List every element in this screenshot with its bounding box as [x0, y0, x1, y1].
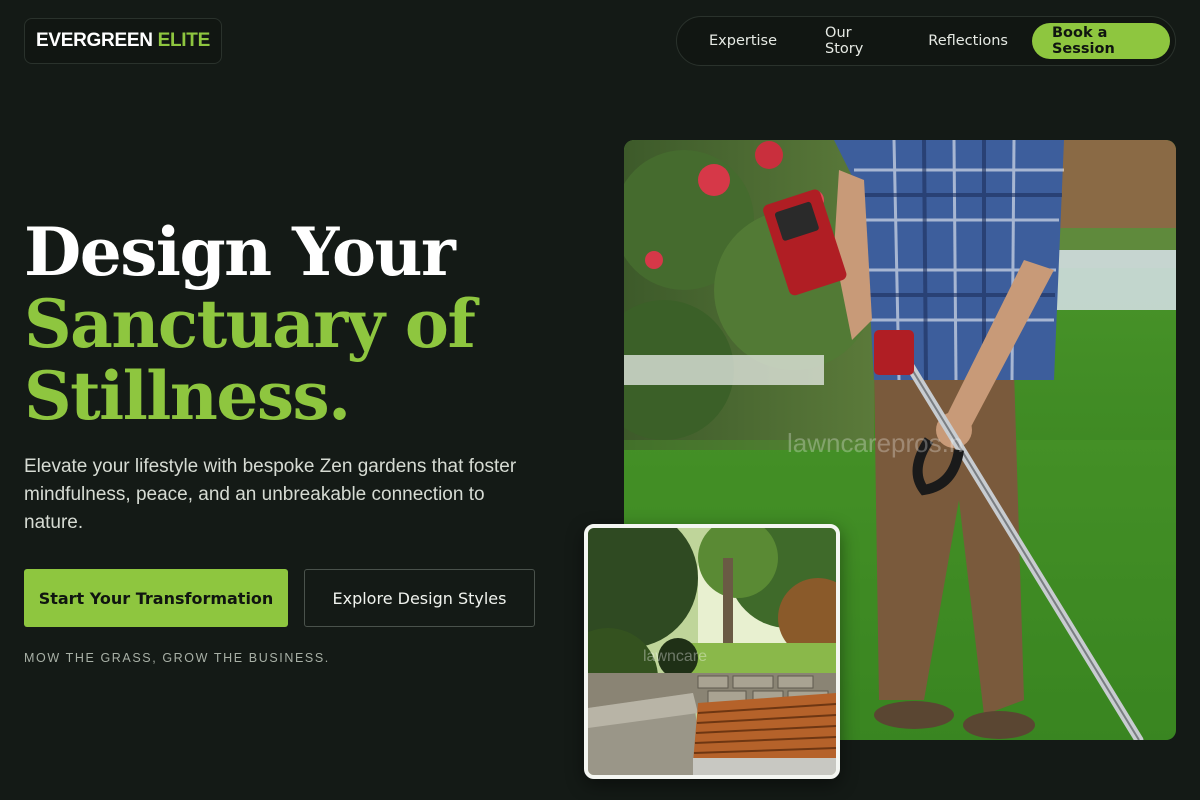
hero-tagline: MOW THE GRASS, GROW THE BUSINESS. [24, 651, 330, 665]
hero-lead-text: Elevate your lifestyle with bespoke Zen … [24, 456, 517, 533]
main-photo-watermark: lawncarepros.n [787, 428, 963, 458]
start-transformation-button[interactable]: Start Your Transformation [24, 569, 288, 627]
explore-design-styles-button[interactable]: Explore Design Styles [304, 569, 535, 627]
brand-logo[interactable]: EVERGREEN ELITE [24, 18, 222, 64]
brand-name-primary: EVERGREEN [36, 30, 153, 51]
hero-inset-photo: lawncare [584, 524, 840, 779]
zen-garden-illustration: lawncare [588, 528, 836, 775]
inset-photo-watermark: lawncare [643, 648, 707, 665]
headline-line-2: Sanctuary of [24, 285, 476, 363]
brand-name-accent: ELITE [157, 30, 211, 51]
nav-link-expertise[interactable]: Expertise [685, 23, 801, 59]
headline-line-1: Design Your [24, 213, 456, 291]
nav-link-reflections[interactable]: Reflections [904, 23, 1032, 59]
nav-link-our-story[interactable]: Our Story [801, 23, 904, 59]
headline-line-3: Stillness. [24, 357, 351, 435]
hero-headline: Design Your Sanctuary of Stillness. [24, 213, 476, 435]
main-nav: Expertise Our Story Reflections Book a S… [676, 16, 1176, 66]
book-session-button[interactable]: Book a Session [1031, 23, 1170, 59]
